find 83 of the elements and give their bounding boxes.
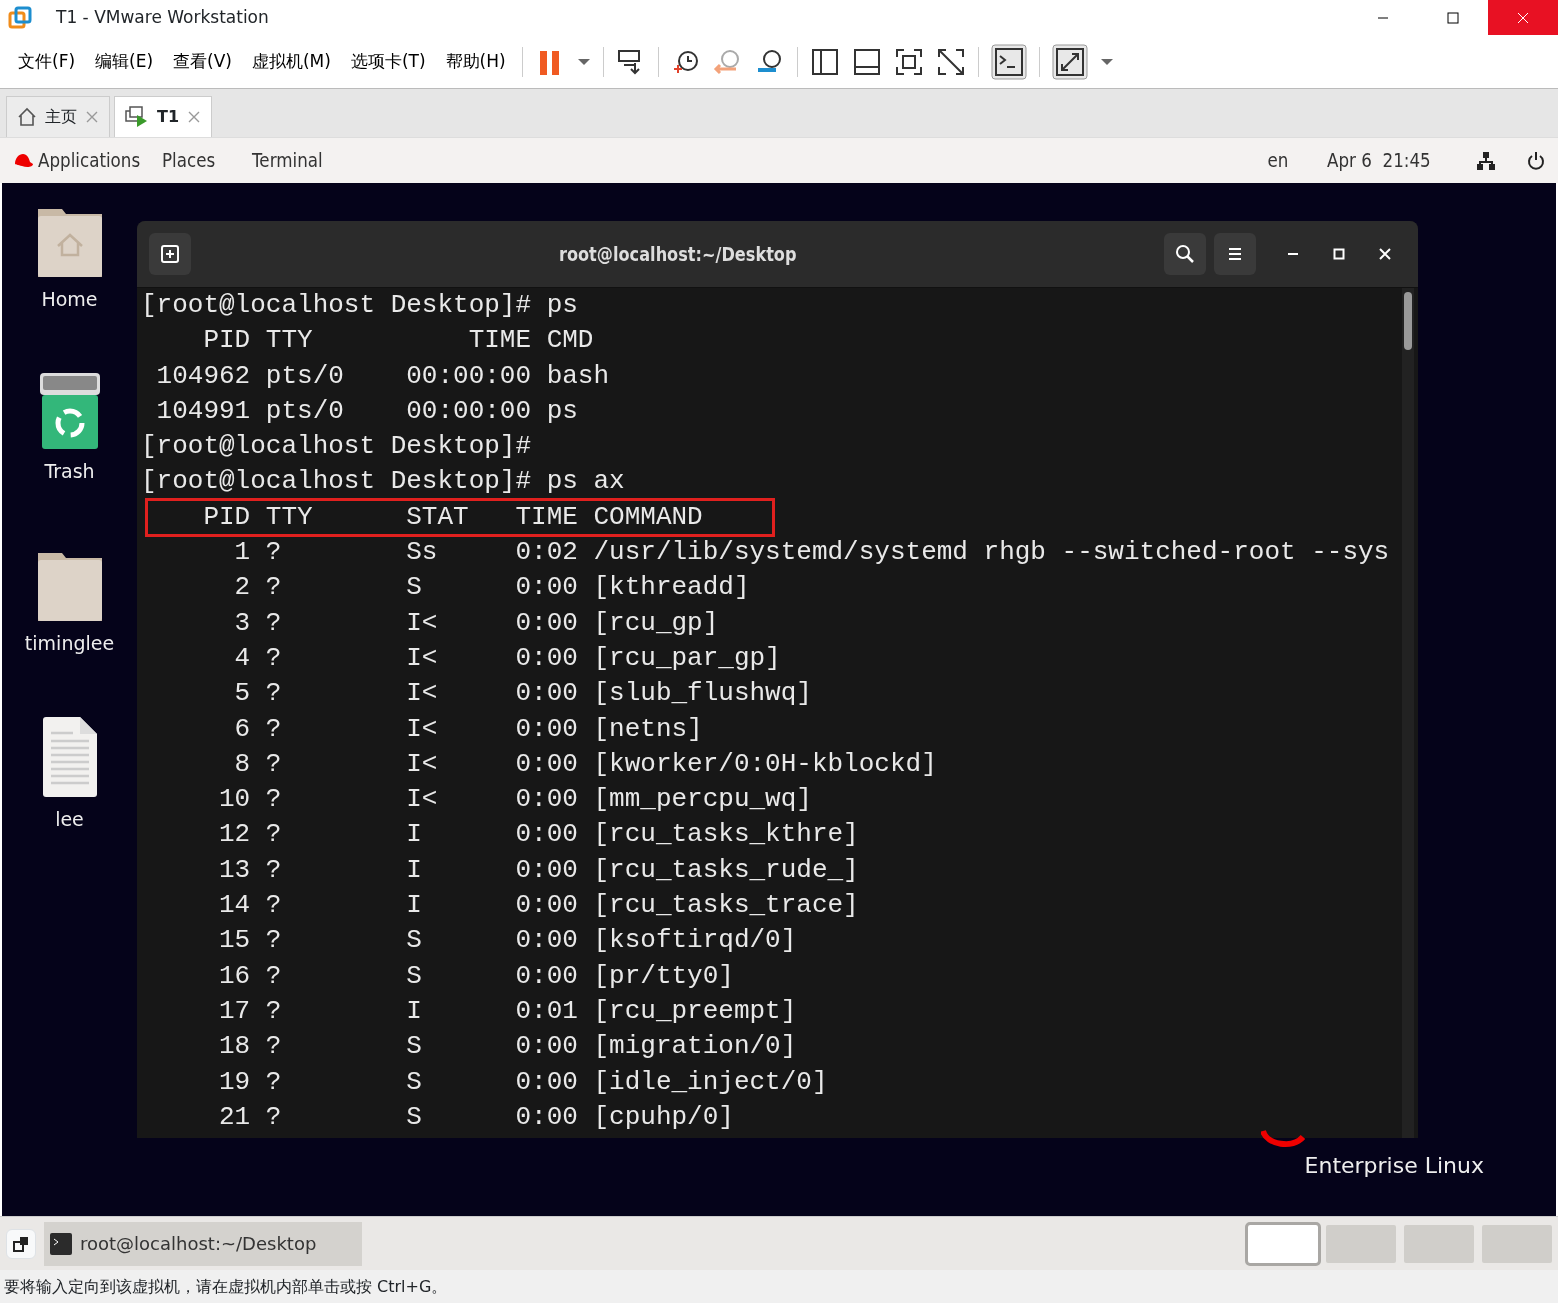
maximize-icon <box>1447 11 1459 24</box>
terminal-line: [root@localhost Desktop]# ps <box>141 289 578 322</box>
close-icon <box>1379 248 1391 260</box>
sidebar-layout-icon <box>809 46 840 77</box>
tab[interactable]: 主页 <box>6 96 110 137</box>
terminal-line: 6 ? I< 0:00 [netns] <box>233 712 703 746</box>
terminal-line: [root@localhost Desktop]# ps ax <box>141 465 625 499</box>
vm-play-icon <box>125 106 149 128</box>
vmware-logo-icon <box>8 5 32 30</box>
terminal-line: 17 ? I 0:01 [rcu_preempt] <box>218 994 797 1028</box>
terminal-line: 10 ? I< 0:00 [mm_percpu_wq] <box>218 783 812 817</box>
terminal-line: 19 ? S 0:00 [idle_inject/0] <box>218 1065 828 1099</box>
terminal-line: 104962 pts/0 00:00:00 bash <box>155 359 610 393</box>
document-icon <box>42 717 97 797</box>
minimize-icon <box>1287 253 1299 255</box>
search-button[interactable] <box>1164 233 1206 275</box>
terminal-line: 16 ? S 0:00 [pr/tty0] <box>218 959 734 993</box>
minimize-icon <box>1377 16 1389 19</box>
terminal-line: 15 ? S 0:00 [ksoftirqd/0] <box>218 924 797 958</box>
menu-item[interactable]: 虚拟机(M) <box>241 48 341 75</box>
terminal-line: 18 ? S 0:00 [migration/0] <box>218 1030 797 1064</box>
scrollbar[interactable] <box>1402 288 1414 1138</box>
fit-screen-icon <box>893 46 924 77</box>
menu-item[interactable]: 帮助(H) <box>435 48 516 75</box>
menu-icon <box>1227 246 1243 262</box>
tab[interactable]: T1 <box>114 96 213 137</box>
terminal-title: root@localhost:~/Desktop <box>558 241 797 267</box>
terminal-line: 104991 pts/0 00:00:00 ps <box>155 394 578 428</box>
terminal-line: 21 ? S 0:00 [cpuhp/0] <box>218 1100 734 1134</box>
terminal-line: 2 ? S 0:00 [kthreadd] <box>233 571 750 605</box>
menu-item[interactable]: 查看(V) <box>163 48 242 75</box>
panel-layout-icon <box>851 46 882 77</box>
no-stretch-icon <box>935 46 966 77</box>
taskbar-window-button[interactable]: root@localhost:~/Desktop <box>44 1221 362 1266</box>
desktop-icon-label[interactable]: Trash <box>44 457 95 486</box>
workspace-thumbnail[interactable] <box>1482 1224 1552 1263</box>
new-tab-button[interactable] <box>149 233 191 275</box>
close-icon[interactable] <box>187 110 202 124</box>
desktop-icon-label[interactable]: timinglee <box>24 629 115 658</box>
branding-text: Enterprise Linux <box>1304 1152 1484 1180</box>
terminal-line: [root@localhost Desktop]# <box>141 430 532 464</box>
terminal-line: 4 ? I< 0:00 [rcu_par_gp] <box>233 641 781 675</box>
clock[interactable]: Apr 6 21:45 <box>1327 146 1431 175</box>
show-desktop-button[interactable] <box>6 1228 36 1259</box>
language-indicator[interactable]: en <box>1267 146 1289 175</box>
workspace-thumbnail[interactable] <box>1326 1224 1396 1263</box>
search-icon <box>1175 244 1195 264</box>
hat-icon <box>12 151 34 170</box>
menu-button[interactable] <box>1214 233 1256 275</box>
console-button[interactable] <box>988 41 1029 82</box>
workspace-thumbnail[interactable] <box>1248 1224 1318 1263</box>
terminal-line: 14 ? I 0:00 [rcu_tasks_trace] <box>218 889 859 923</box>
workspace-thumbnail[interactable] <box>1404 1224 1474 1263</box>
logo-icon <box>1260 1129 1305 1149</box>
desktop-icon-label[interactable]: lee <box>55 805 84 834</box>
terminal-line: 5 ? I< 0:00 [slub_flushwq] <box>233 677 812 711</box>
highlighted-terminal-line: PID TTY STAT TIME COMMAND <box>147 499 773 536</box>
home-icon <box>17 107 37 127</box>
window-title: T1 - VMware Workstation <box>56 5 269 29</box>
fullscreen-icon <box>1051 43 1088 80</box>
desktop-icon-label[interactable]: Home <box>41 285 98 314</box>
maximize-icon <box>1333 248 1345 260</box>
terminal-icon <box>50 1232 72 1255</box>
menu-item[interactable]: 选项卡(T) <box>340 48 436 75</box>
terminal-line: 13 ? I 0:00 [rcu_tasks_rude_] <box>218 853 859 887</box>
menu-item[interactable]: 编辑(E) <box>85 48 164 75</box>
terminal-line: 1 ? Ss 0:02 /usr/lib/systemd/systemd rhgb --switched-root --sys <box>233 536 1390 570</box>
top-bar-menu[interactable]: Places <box>162 146 216 175</box>
terminal-line: 12 ? I 0:00 [rcu_tasks_kthre] <box>218 818 859 852</box>
top-bar-menu[interactable]: Terminal <box>252 146 324 175</box>
fullscreen-button[interactable] <box>1049 41 1090 82</box>
top-bar-menu[interactable]: Applications <box>38 146 141 175</box>
close-icon <box>1517 11 1529 24</box>
menu-item[interactable]: 文件(F) <box>8 48 86 75</box>
terminal-line: 8 ? I< 0:00 [kworker/0:0H-kblockd] <box>233 747 937 781</box>
new-tab-icon <box>160 244 180 264</box>
terminal-line: 3 ? I< 0:00 [rcu_gp] <box>233 606 719 640</box>
terminal-line: PID TTY TIME CMD <box>202 324 594 358</box>
power-icon[interactable] <box>1526 150 1546 171</box>
console-icon <box>990 43 1027 80</box>
network-icon[interactable] <box>1476 150 1496 171</box>
trash-icon <box>39 373 100 449</box>
status-message: 要将输入定向到该虚拟机，请在虚拟机内部单击或按 Ctrl+G。 <box>4 1275 448 1298</box>
